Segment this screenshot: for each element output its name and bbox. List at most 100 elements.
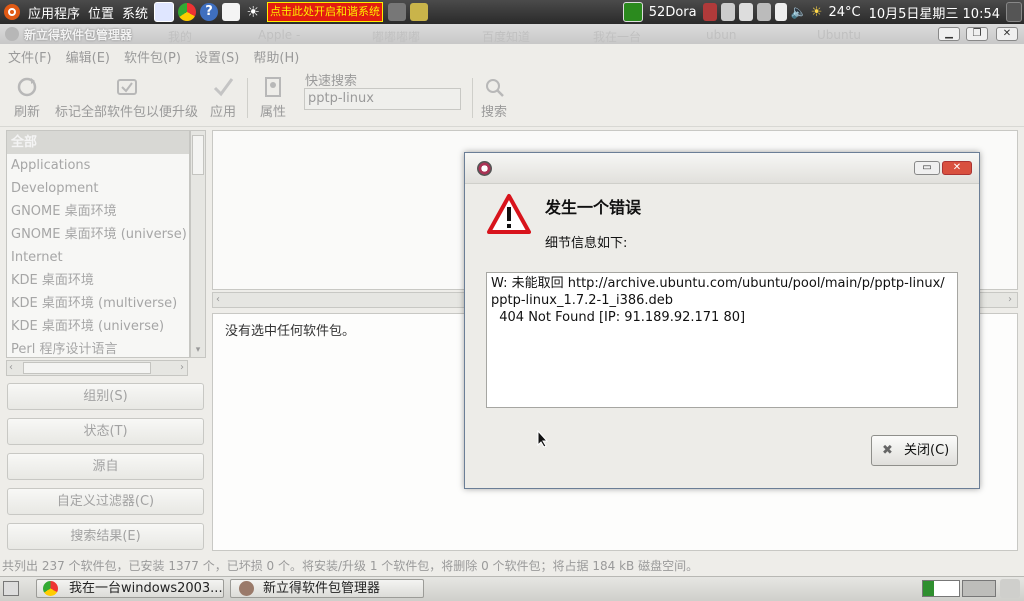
places-menu[interactable]: 位置 xyxy=(84,0,118,24)
ubuntu-logo-icon[interactable] xyxy=(4,4,20,20)
brightness-icon[interactable]: ☀ xyxy=(244,3,262,21)
category-vertical-scrollbar[interactable]: ▾ xyxy=(190,130,206,358)
search-button[interactable]: 搜索 xyxy=(481,76,507,120)
chevron-right-icon[interactable]: › xyxy=(180,361,184,375)
close-window-button[interactable]: ✕ xyxy=(996,27,1018,41)
filter-origin-button[interactable]: 源自 xyxy=(7,453,204,480)
menu-help[interactable]: 帮助(H) xyxy=(245,47,305,66)
ghost-tab: Apple - xyxy=(258,28,301,42)
harmony-notice-button[interactable]: 点击此处开启和谐系统 xyxy=(267,2,384,22)
menubar: 文件(F) 编辑(E) 软件包(P) 设置(S) 帮助(H) xyxy=(0,44,1024,68)
search-icon xyxy=(483,76,505,98)
dialog-heading: 发生一个错误 xyxy=(545,198,642,217)
mark-all-label: 标记全部软件包以便升级 xyxy=(55,105,199,120)
error-line: pptp-linux_1.7.2-1_i386.deb xyxy=(491,293,674,308)
show-desktop-icon[interactable] xyxy=(3,581,19,596)
workspace-switcher[interactable] xyxy=(922,580,960,597)
mark-all-upgrades-button[interactable]: 标记全部软件包以便升级 xyxy=(55,76,198,120)
weather-icon[interactable]: ☀ xyxy=(809,0,825,24)
chevron-right-icon[interactable]: › xyxy=(1008,293,1012,307)
taskbar-item-label: 我在一台windows2003... xyxy=(69,581,223,596)
filter-status-button[interactable]: 状态(T) xyxy=(7,418,204,445)
synaptic-icon xyxy=(239,581,254,596)
chevron-down-icon[interactable]: ▾ xyxy=(192,344,204,356)
dialog-close-icon[interactable]: ✕ xyxy=(942,161,972,175)
synaptic-app-icon xyxy=(477,161,492,176)
search-results-button[interactable]: 搜索结果(E) xyxy=(7,523,204,550)
dialog-restore-button[interactable]: ▭ xyxy=(914,161,940,175)
category-item[interactable]: Perl 程序设计语言 xyxy=(7,338,189,357)
category-item[interactable]: KDE 桌面环境 xyxy=(7,269,189,292)
workspace-switcher-2[interactable] xyxy=(962,580,996,597)
warning-icon xyxy=(487,193,531,239)
quick-search-label: 快速搜索 xyxy=(305,74,358,89)
category-item[interactable]: Applications xyxy=(7,154,189,177)
battery-icon[interactable] xyxy=(774,3,787,21)
printer-icon[interactable] xyxy=(756,3,771,21)
category-item[interactable]: GNOME 桌面环境 xyxy=(7,200,189,223)
chevron-left-icon[interactable]: ‹ xyxy=(9,361,13,375)
system-menu[interactable]: 系统 xyxy=(118,0,152,24)
menu-edit[interactable]: 编辑(E) xyxy=(58,47,116,66)
applications-menu[interactable]: 应用程序 xyxy=(24,0,84,24)
lock-icon[interactable] xyxy=(410,3,429,21)
status-indicator-icon[interactable] xyxy=(622,2,643,22)
temperature[interactable]: 24°C xyxy=(824,0,864,24)
ghost-tab: ubun xyxy=(706,28,737,42)
user-name[interactable]: 52Dora xyxy=(645,0,701,24)
properties-icon xyxy=(262,76,284,98)
dialog-title-bar[interactable]: ▭ ✕ xyxy=(465,153,979,184)
category-item[interactable]: Internet xyxy=(7,246,189,269)
category-item[interactable]: KDE 桌面环境 (multiverse) xyxy=(7,292,189,315)
category-list[interactable]: 全部 Applications Development GNOME 桌面环境 G… xyxy=(6,130,190,358)
details-text: 没有选中任何软件包。 xyxy=(225,324,356,339)
error-details-textbox[interactable]: W: 未能取回 http://archive.ubuntu.com/ubuntu… xyxy=(486,272,958,408)
scrollbar-thumb[interactable] xyxy=(192,135,204,175)
taskbar-item-label: 新立得软件包管理器 xyxy=(263,581,381,596)
power-icon[interactable] xyxy=(1006,2,1022,22)
filter-sections-button[interactable]: 组别(S) xyxy=(7,383,204,410)
menu-package[interactable]: 软件包(P) xyxy=(116,47,187,66)
screenshot-launcher-icon[interactable] xyxy=(222,3,241,21)
device-icon[interactable] xyxy=(738,3,753,21)
refresh-icon xyxy=(16,76,38,98)
ghost-tab: 我的 xyxy=(168,30,193,44)
category-item[interactable]: Development xyxy=(7,177,189,200)
taskbar-item-browser[interactable]: 我在一台windows2003... xyxy=(36,579,224,598)
scrollbar-thumb[interactable] xyxy=(23,362,151,374)
custom-filters-button[interactable]: 自定义过滤器(C) xyxy=(7,488,204,515)
apply-button[interactable]: 应用 xyxy=(210,76,236,120)
dialog-subheading: 细节信息如下: xyxy=(545,236,628,251)
menu-settings[interactable]: 设置(S) xyxy=(187,47,245,66)
taskbar-item-synaptic[interactable]: 新立得软件包管理器 xyxy=(230,579,424,598)
category-item[interactable]: GNOME 桌面环境 (universe) xyxy=(7,223,189,246)
category-item[interactable]: 全部 xyxy=(7,131,189,154)
maximize-button[interactable]: ❐ xyxy=(966,27,988,41)
apply-label: 应用 xyxy=(210,105,237,120)
ghost-tab: 我在一台 xyxy=(593,30,642,44)
chrome-icon xyxy=(43,581,58,596)
minimize-button[interactable]: ▁ xyxy=(938,27,960,41)
window-title-bar[interactable]: 新立得软件包管理器 我的 Apple - 嘟嘟嘟嘟 百度知道 我在一台 ubun… xyxy=(0,24,1024,44)
trash-icon[interactable] xyxy=(1000,579,1020,598)
volume-icon[interactable]: 🔈 xyxy=(789,0,809,24)
chrome-launcher-icon[interactable] xyxy=(178,3,197,21)
notes-launcher-icon[interactable] xyxy=(154,2,175,22)
refresh-button[interactable]: 刷新 xyxy=(14,76,40,120)
network-icon[interactable] xyxy=(720,3,735,21)
ghost-tab: Ubuntu xyxy=(817,28,861,42)
logout-icon[interactable] xyxy=(702,3,717,21)
category-horizontal-scrollbar[interactable]: ‹ › xyxy=(6,360,188,376)
menu-file[interactable]: 文件(F) xyxy=(0,47,58,66)
chevron-left-icon[interactable]: ‹ xyxy=(216,293,220,307)
camera-icon[interactable] xyxy=(388,3,407,21)
toolbar-separator xyxy=(472,78,473,118)
close-button[interactable]: ✖ 关闭(C) xyxy=(871,435,958,466)
close-button-label: 关闭(C) xyxy=(904,443,950,458)
category-item[interactable]: KDE 桌面环境 (universe) xyxy=(7,315,189,338)
quick-search-input[interactable]: pptp-linux xyxy=(304,88,461,110)
properties-label: 属性 xyxy=(260,105,287,120)
help-icon[interactable]: ? xyxy=(200,3,219,21)
properties-button[interactable]: 属性 xyxy=(260,76,286,120)
clock[interactable]: 10月5日星期三 10:54 xyxy=(865,0,1004,24)
